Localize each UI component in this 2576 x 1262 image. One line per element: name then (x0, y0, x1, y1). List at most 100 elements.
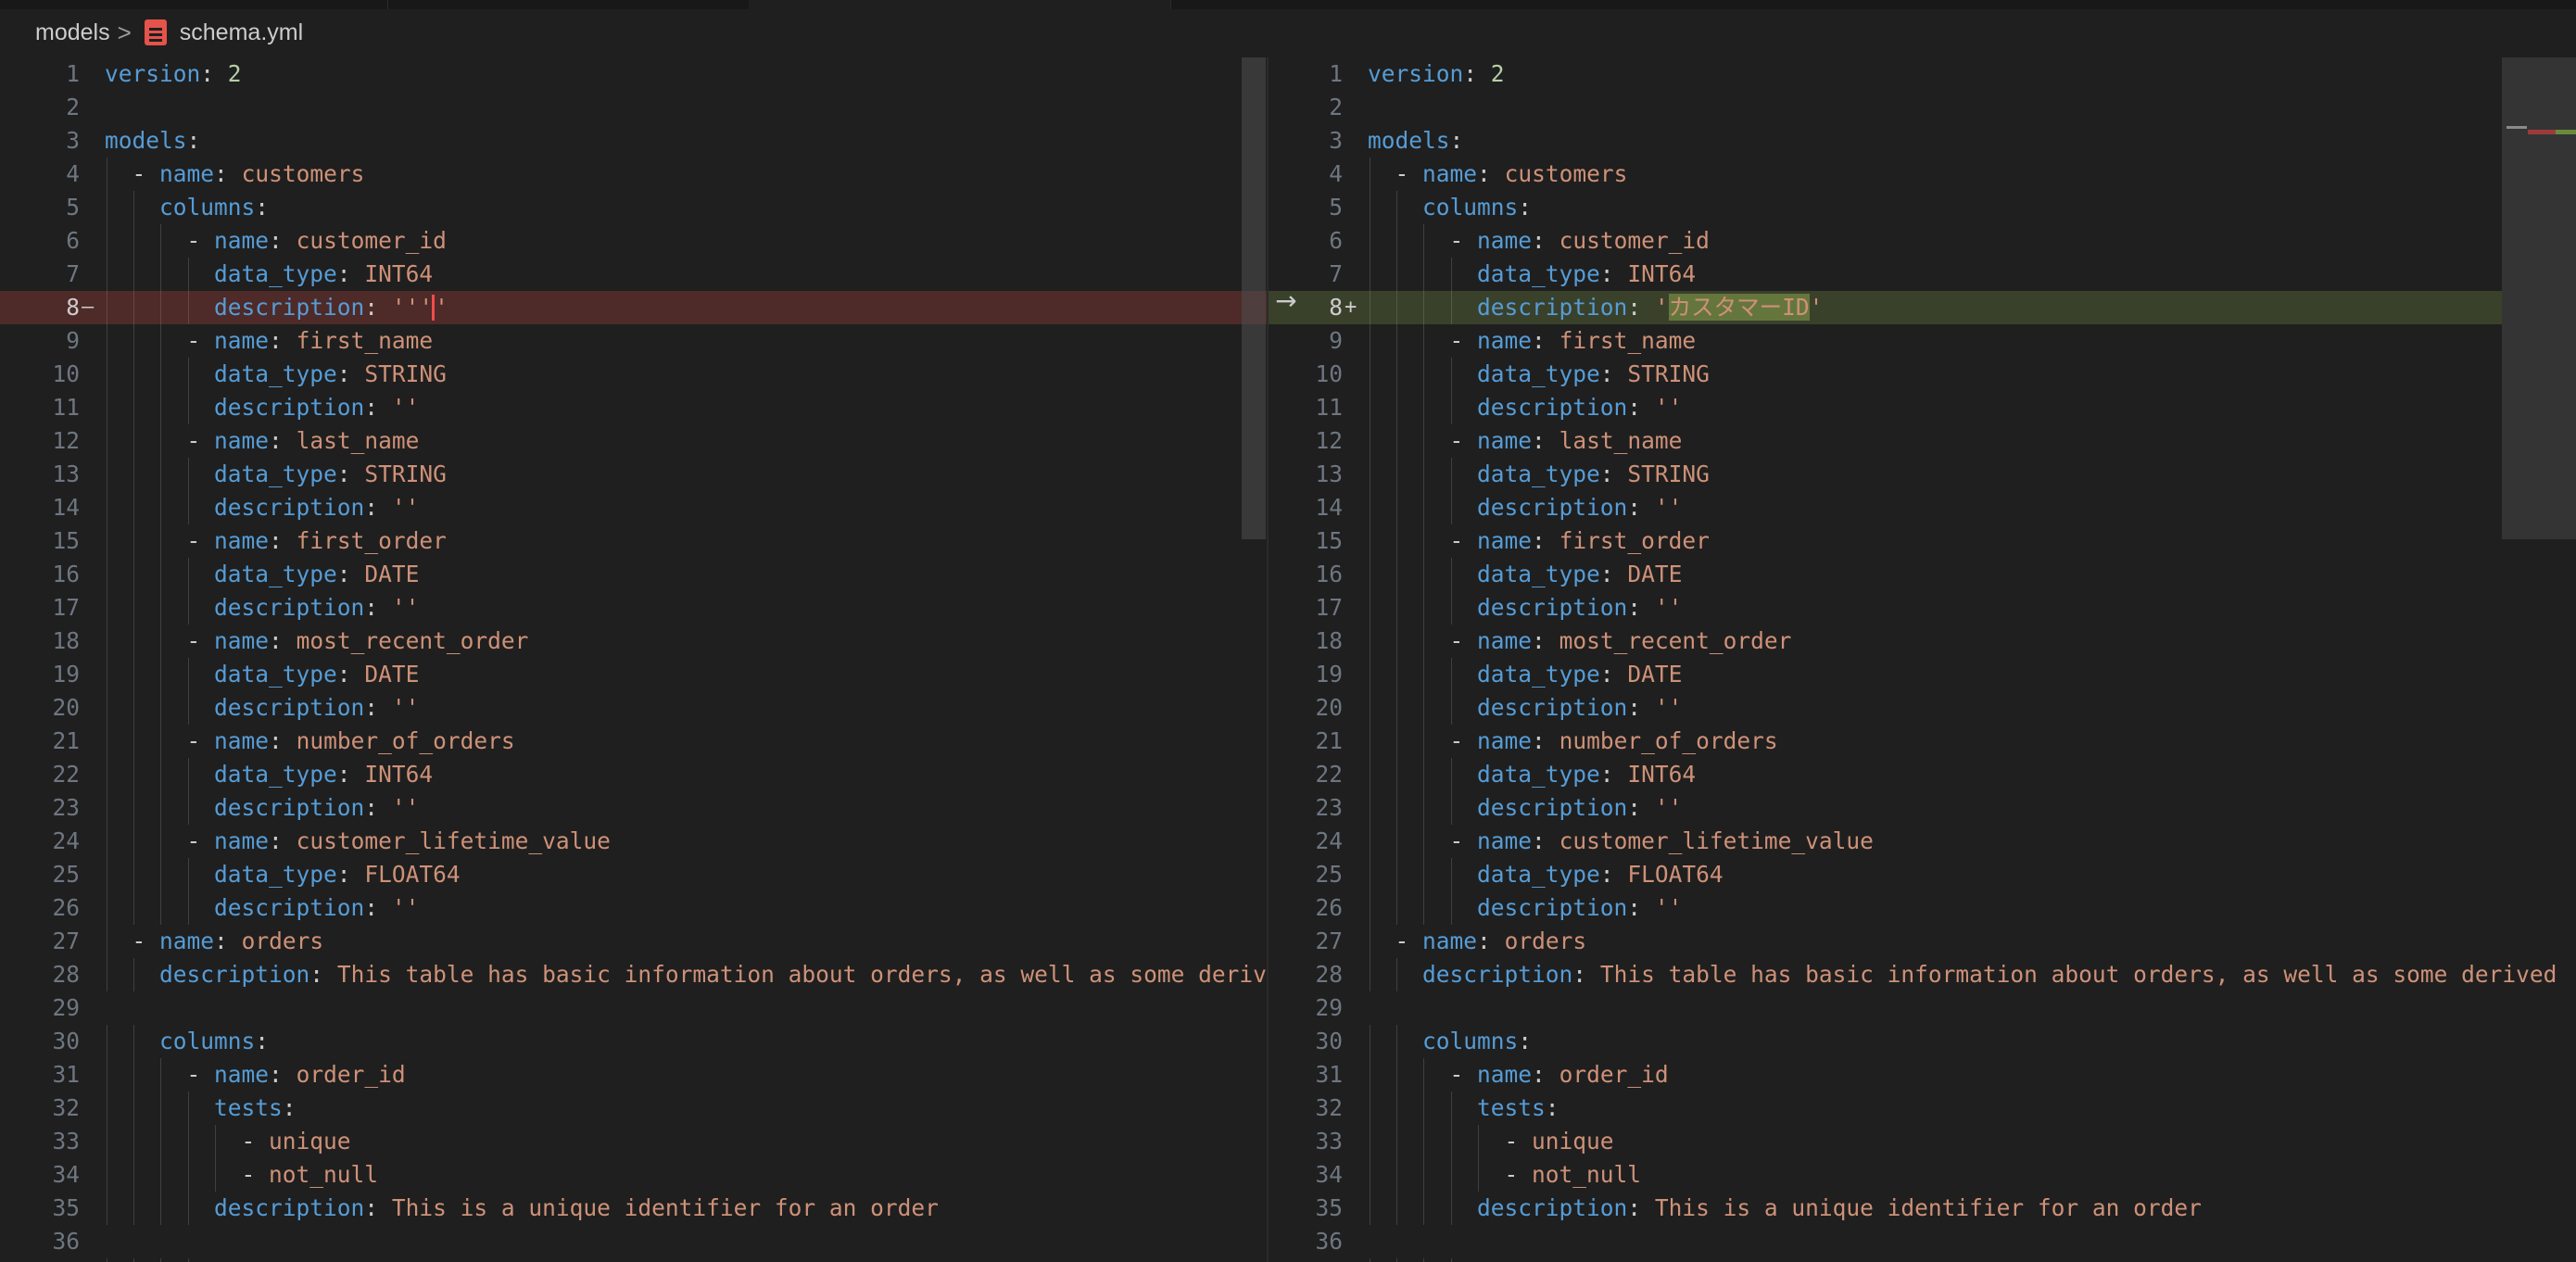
code-line[interactable]: 2 (0, 91, 1267, 124)
code-line[interactable]: 26 description: '' (1269, 891, 2576, 925)
line-content[interactable]: data_type: FLOAT64 (105, 858, 461, 891)
code-line[interactable]: 33 - unique (1269, 1125, 2576, 1158)
code-line[interactable]: 23 description: '' (1269, 791, 2576, 825)
line-content[interactable]: columns: (105, 1025, 269, 1058)
line-content[interactable]: description: '' (1368, 791, 1682, 825)
line-content[interactable]: tests: (1368, 1092, 1559, 1125)
code-line[interactable]: 37 data_type: INT64 (0, 1258, 1267, 1262)
line-content[interactable]: models: (105, 124, 200, 158)
code-line[interactable]: 6 - name: customer_id (1269, 224, 2576, 258)
line-content[interactable]: description: '' (1368, 691, 1682, 725)
line-content[interactable]: - name: number_of_orders (1368, 725, 1778, 758)
code-line[interactable]: 12 - name: last_name (0, 424, 1267, 458)
code-line[interactable]: 3 models: (1269, 124, 2576, 158)
code-line[interactable]: 30 columns: (0, 1025, 1267, 1058)
code-line[interactable]: 10 data_type: STRING (1269, 358, 2576, 391)
code-line[interactable]: 28 description: This table has basic inf… (1269, 958, 2576, 991)
code-line[interactable]: 2 (1269, 91, 2576, 124)
code-line[interactable]: 33 - unique (0, 1125, 1267, 1158)
code-line[interactable]: 29 (0, 991, 1267, 1025)
line-content[interactable]: - name: order_id (1368, 1058, 1669, 1092)
code-line[interactable]: 24 - name: customer_lifetime_value (0, 825, 1267, 858)
code-line[interactable]: 23 description: '' (0, 791, 1267, 825)
code-line[interactable]: 15 - name: first_order (0, 524, 1267, 558)
code-line[interactable]: 14 description: '' (0, 491, 1267, 524)
code-line[interactable]: 6 - name: customer_id (0, 224, 1267, 258)
line-content[interactable]: description: '' (1368, 591, 1682, 625)
line-content[interactable]: data_type: INT64 (105, 258, 433, 291)
code-line[interactable]: 5 columns: (1269, 191, 2576, 224)
line-content[interactable]: version: 2 (1368, 57, 1505, 91)
line-content[interactable]: description: This table has basic inform… (105, 958, 1267, 991)
modified-editor-pane[interactable]: 1 version: 2 2 3 models: 4 - name: customers 5… (1269, 57, 2576, 1262)
code-line[interactable]: 3 models: (0, 124, 1267, 158)
code-line[interactable]: 37 data_type: INT64 (1269, 1258, 2576, 1262)
line-content[interactable]: description: '' (105, 491, 419, 524)
code-line[interactable]: 11 description: '' (1269, 391, 2576, 424)
code-line[interactable]: 8 + description: 'カスタマーID' (1269, 291, 2576, 324)
code-line[interactable]: 16 data_type: DATE (0, 558, 1267, 591)
code-line[interactable]: 19 data_type: DATE (0, 658, 1267, 691)
line-content[interactable]: - name: first_name (105, 324, 434, 358)
line-content[interactable]: - name: customer_lifetime_value (105, 825, 611, 858)
line-content[interactable]: data_type: DATE (105, 558, 419, 591)
line-content[interactable]: columns: (1368, 191, 1532, 224)
code-line[interactable]: 4 - name: customers (0, 158, 1267, 191)
code-line[interactable]: 36 (1269, 1225, 2576, 1258)
line-content[interactable]: description: This is a unique identifier… (105, 1192, 939, 1225)
line-content[interactable]: description: This table has basic inform… (1368, 958, 2557, 991)
code-line[interactable]: 16 data_type: DATE (1269, 558, 2576, 591)
code-line[interactable]: 20 description: '' (0, 691, 1267, 725)
line-content[interactable]: - name: orders (1368, 925, 1587, 958)
code-line[interactable]: 19 data_type: DATE (1269, 658, 2576, 691)
line-content[interactable]: data_type: DATE (1368, 658, 1682, 691)
code-line[interactable]: 35 description: This is a unique identif… (1269, 1192, 2576, 1225)
code-line[interactable]: 32 tests: (0, 1092, 1267, 1125)
code-line[interactable]: 1 version: 2 (0, 57, 1267, 91)
code-line[interactable]: 25 data_type: FLOAT64 (1269, 858, 2576, 891)
code-line[interactable]: 36 (0, 1225, 1267, 1258)
code-line[interactable]: 13 data_type: STRING (1269, 458, 2576, 491)
line-content[interactable]: description: This is a unique identifier… (1368, 1192, 2202, 1225)
code-line[interactable]: 32 tests: (1269, 1092, 2576, 1125)
breadcrumb-folder[interactable]: models (35, 19, 110, 46)
code-line[interactable]: 7 data_type: INT64 (1269, 258, 2576, 291)
code-line[interactable]: 26 description: '' (0, 891, 1267, 925)
code-line[interactable]: 25 data_type: FLOAT64 (0, 858, 1267, 891)
line-content[interactable]: - not_null (105, 1158, 379, 1192)
code-line[interactable]: 31 - name: order_id (0, 1058, 1267, 1092)
line-content[interactable]: description: '''' (105, 291, 448, 324)
line-content[interactable]: - name: customers (105, 158, 365, 191)
code-line[interactable]: 5 columns: (0, 191, 1267, 224)
tab-left-a[interactable] (0, 0, 388, 9)
line-content[interactable]: - unique (1368, 1125, 1614, 1158)
line-content[interactable]: data_type: INT64 (105, 1258, 433, 1262)
line-content[interactable]: - name: customer_lifetime_value (1368, 825, 1874, 858)
code-line[interactable]: 11 description: '' (0, 391, 1267, 424)
left-scrollbar-thumb[interactable] (1242, 57, 1266, 539)
line-content[interactable]: description: '' (105, 391, 419, 424)
code-line[interactable]: 8— description: '''' (0, 291, 1267, 324)
line-content[interactable]: - name: orders (105, 925, 324, 958)
code-line[interactable]: 13 data_type: STRING (0, 458, 1267, 491)
line-content[interactable]: - name: last_name (105, 424, 420, 458)
line-content[interactable]: data_type: INT64 (1368, 758, 1696, 791)
line-content[interactable]: - unique (105, 1125, 351, 1158)
code-line[interactable]: 34 - not_null (0, 1158, 1267, 1192)
code-line[interactable]: 21 - name: number_of_orders (0, 725, 1267, 758)
code-line[interactable]: 22 data_type: INT64 (0, 758, 1267, 791)
code-line[interactable]: 27 - name: orders (0, 925, 1267, 958)
code-line[interactable]: 28 description: This table has basic inf… (0, 958, 1267, 991)
revert-arrow-icon[interactable]: → (1269, 284, 1303, 318)
line-content[interactable]: description: '' (1368, 491, 1682, 524)
code-line[interactable]: 9 - name: first_name (1269, 324, 2576, 358)
tab-left-b[interactable] (387, 0, 750, 9)
line-content[interactable]: data_type: STRING (105, 358, 447, 391)
code-line[interactable]: 12 - name: last_name (1269, 424, 2576, 458)
code-line[interactable]: 29 (1269, 991, 2576, 1025)
code-line[interactable]: 9 - name: first_name (0, 324, 1267, 358)
line-content[interactable]: - name: order_id (105, 1058, 406, 1092)
code-line[interactable]: 27 - name: orders (1269, 925, 2576, 958)
line-content[interactable]: data_type: INT64 (105, 758, 433, 791)
code-line[interactable]: 1 version: 2 (1269, 57, 2576, 91)
